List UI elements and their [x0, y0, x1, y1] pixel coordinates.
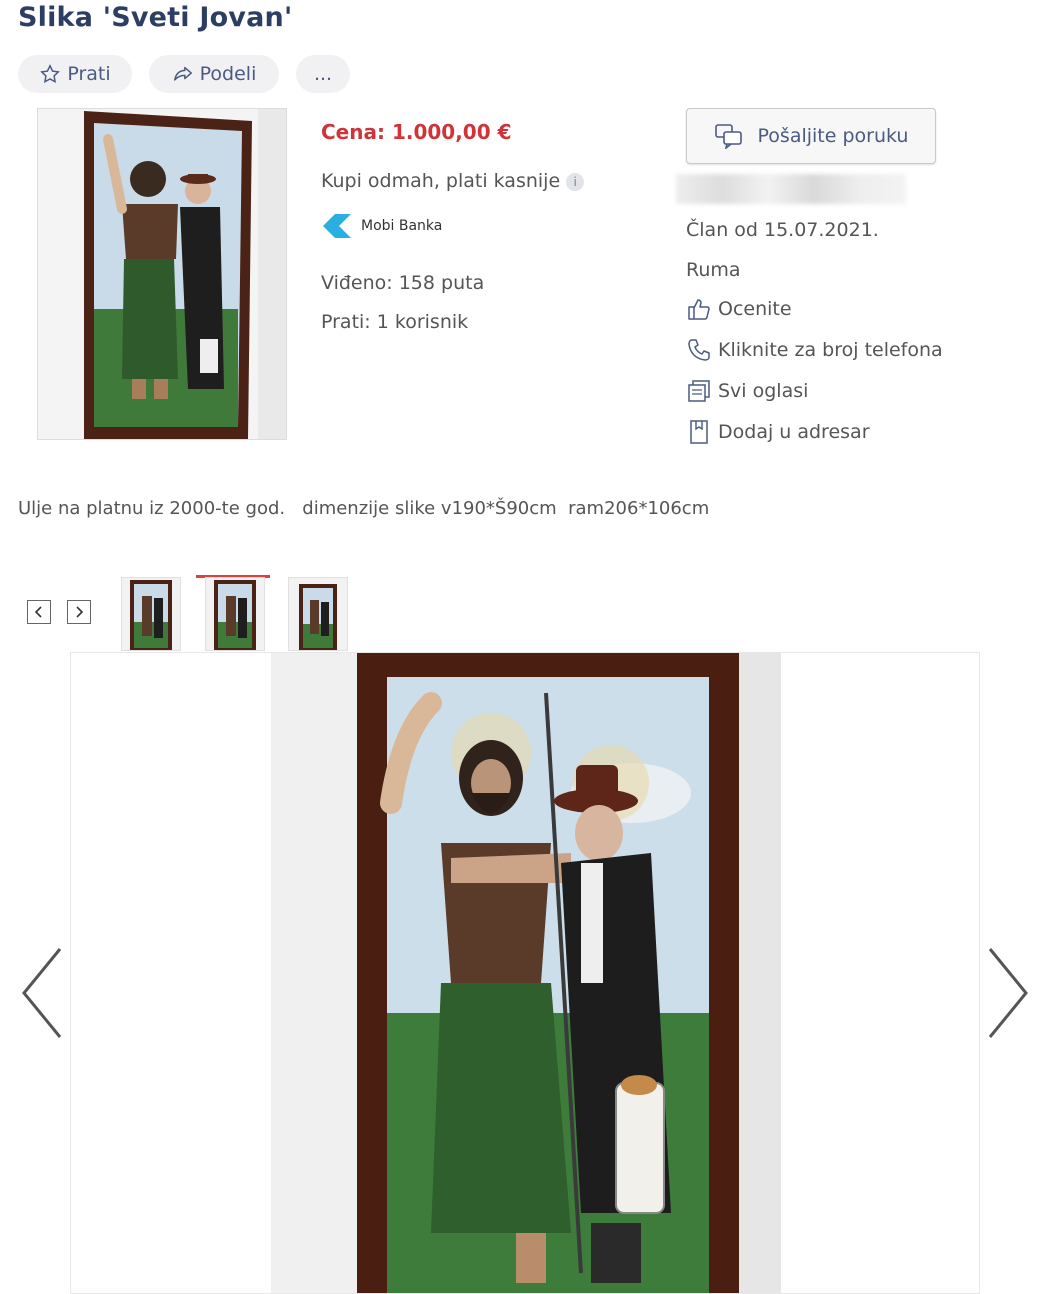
thumb-next-button[interactable]	[67, 600, 91, 624]
follow-button[interactable]: Prati	[18, 55, 132, 93]
address-book-icon	[690, 420, 708, 444]
viewer-prev-arrow[interactable]	[18, 945, 66, 1041]
all-ads-label: Svi oglasi	[718, 380, 809, 402]
all-ads-link[interactable]: Svi oglasi	[686, 378, 808, 404]
star-icon	[40, 64, 61, 83]
mobi-banka-logo: Mobi Banka	[321, 212, 442, 240]
gallery-thumbnail-1[interactable]	[121, 577, 181, 651]
info-icon[interactable]: i	[566, 172, 585, 191]
painting-large-image	[271, 653, 781, 1293]
share-icon	[173, 66, 192, 81]
more-label: ...	[313, 63, 333, 85]
painting-image	[38, 109, 286, 439]
rate-label: Ocenite	[718, 298, 792, 320]
buy-now-row[interactable]: Kupi odmah, plati kasnije i	[321, 170, 585, 192]
phone-link[interactable]: Kliknite za broj telefona	[686, 337, 943, 363]
mobi-banka-label: Mobi Banka	[361, 218, 443, 234]
chevron-right-icon	[76, 606, 84, 618]
member-since: Član od 15.07.2021.	[686, 219, 879, 241]
seller-location: Ruma	[686, 259, 741, 281]
viewer-next-arrow[interactable]	[984, 945, 1032, 1041]
send-message-button[interactable]: Pošaljite poruku	[686, 108, 936, 164]
mobi-banka-icon	[323, 214, 351, 238]
thumb-painting-3	[289, 578, 347, 650]
member-since-label: Član od 15.07.2021.	[686, 219, 879, 241]
location-label: Ruma	[686, 259, 741, 281]
send-message-label: Pošaljite poruku	[757, 125, 909, 147]
listing-description: Ulje na platnu iz 2000-te god. dimenzije…	[18, 498, 710, 519]
thumb-painting-1	[122, 578, 180, 650]
gallery-thumbnail-2[interactable]	[205, 577, 265, 651]
image-viewer	[70, 652, 980, 1294]
price: Cena: 1.000,00 €	[321, 120, 512, 144]
page-title: Slika 'Sveti Jovan'	[18, 2, 293, 33]
listing-photo[interactable]	[37, 108, 287, 440]
rate-seller-link[interactable]: Ocenite	[686, 296, 792, 322]
phone-icon	[688, 339, 710, 361]
more-button[interactable]: ...	[296, 55, 350, 93]
buy-now-label: Kupi odmah, plati kasnije	[321, 170, 561, 192]
add-contact-label: Dodaj u adresar	[718, 421, 870, 443]
share-label: Podeli	[199, 63, 257, 85]
thumbs-up-icon	[688, 299, 710, 320]
follow-label: Prati	[67, 63, 111, 85]
gallery-thumbnail-3[interactable]	[288, 577, 348, 651]
chevron-left-icon	[34, 606, 42, 618]
views-count: Viđeno: 158 puta	[321, 272, 485, 294]
thumb-prev-button[interactable]	[27, 600, 51, 624]
add-contact-link[interactable]: Dodaj u adresar	[686, 419, 870, 445]
seller-name-blurred[interactable]	[676, 174, 906, 204]
thumb-painting-2	[206, 578, 264, 650]
chat-bubbles-icon	[714, 124, 742, 149]
ads-stack-icon	[688, 380, 710, 402]
followers-count: Prati: 1 korisnik	[321, 311, 469, 333]
phone-label: Kliknite za broj telefona	[718, 339, 943, 361]
share-button[interactable]: Podeli	[149, 55, 279, 93]
